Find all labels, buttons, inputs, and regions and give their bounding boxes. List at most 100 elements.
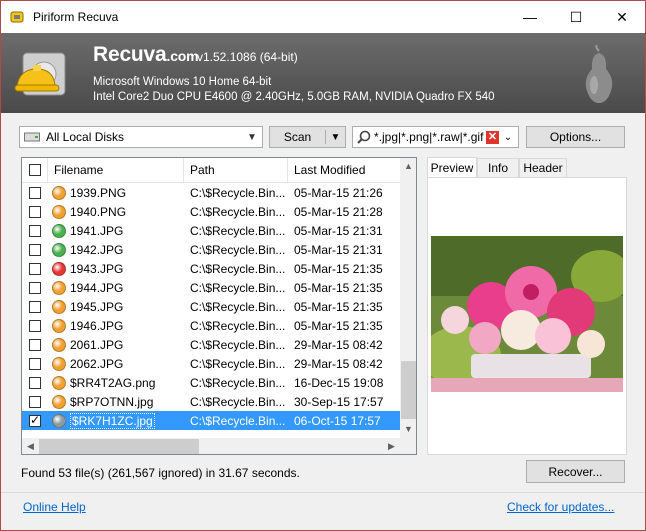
path-cell: C:\$Recycle.Bin... [190, 185, 286, 200]
drive-dropdown[interactable]: All Local Disks ▼ [19, 126, 263, 148]
file-list: Filename Path Last Modified 1939.PNG C:\$… [21, 157, 417, 455]
chevron-down-icon[interactable]: ▼ [242, 132, 262, 143]
row-checkbox-cell[interactable] [22, 202, 48, 221]
row-checkbox-cell[interactable] [22, 259, 48, 278]
select-all-column[interactable] [22, 158, 48, 182]
row-checkbox-cell[interactable] [22, 411, 48, 430]
horizontal-scrollbar[interactable]: ◀ ▶ [22, 438, 400, 454]
modified-cell: 06-Oct-15 17:57 [294, 413, 381, 428]
filename-cell: 1939.PNG [52, 183, 184, 202]
column-path[interactable]: Path [184, 158, 288, 182]
options-button[interactable]: Options... [526, 126, 625, 148]
row-checkbox[interactable] [29, 224, 41, 237]
online-help-link[interactable]: Online Help [23, 500, 86, 514]
preview-tabs: Preview Info Header [427, 157, 627, 178]
column-last-modified[interactable]: Last Modified [288, 158, 400, 182]
minimize-button[interactable]: — [507, 1, 553, 33]
vertical-scrollbar[interactable]: ▲ ▼ [400, 158, 416, 438]
recover-button[interactable]: Recover... [526, 460, 625, 483]
recovery-state-icon [52, 356, 66, 371]
row-checkbox[interactable] [29, 413, 41, 427]
tab-info[interactable]: Info [477, 158, 519, 177]
scroll-right-icon[interactable]: ▶ [383, 438, 400, 454]
row-checkbox[interactable] [29, 281, 41, 294]
row-checkbox-cell[interactable] [22, 297, 48, 316]
filename-text: $RK7H1ZC.jpg [70, 412, 155, 429]
recovery-state-icon [52, 394, 66, 409]
row-checkbox[interactable] [29, 395, 41, 408]
filename-cell: 1941.JPG [52, 221, 184, 240]
scan-dropdown-icon[interactable]: ▼ [326, 132, 345, 143]
path-cell: C:\$Recycle.Bin... [190, 204, 286, 219]
row-checkbox-cell[interactable] [22, 316, 48, 335]
file-row[interactable]: 2061.JPG C:\$Recycle.Bin... 29-Mar-15 08:4… [22, 335, 400, 354]
row-checkbox-cell[interactable] [22, 335, 48, 354]
path-cell: C:\$Recycle.Bin... [190, 299, 286, 314]
row-checkbox-cell[interactable] [22, 183, 48, 202]
recovery-state-icon [52, 280, 66, 295]
row-checkbox-cell[interactable] [22, 278, 48, 297]
modified-cell: 29-Mar-15 08:42 [294, 356, 383, 371]
scan-button[interactable]: Scan ▼ [269, 126, 346, 148]
filter-input[interactable]: *.jpg|*.png|*.raw|*.gif [374, 130, 486, 144]
row-checkbox[interactable] [29, 243, 41, 256]
search-icon [357, 130, 371, 144]
select-all-checkbox[interactable] [28, 164, 41, 176]
path-cell: C:\$Recycle.Bin... [190, 261, 286, 276]
file-row[interactable]: $RK7H1ZC.jpg C:\$Recycle.Bin... 06-Oct-15 … [22, 411, 400, 430]
filename-cell: 1944.JPG [52, 278, 184, 297]
scroll-left-icon[interactable]: ◀ [22, 438, 39, 454]
row-checkbox[interactable] [29, 262, 41, 275]
row-checkbox-cell[interactable] [22, 373, 48, 392]
file-row[interactable]: 1945.JPG C:\$Recycle.Bin... 05-Mar-15 21:3… [22, 297, 400, 316]
modified-cell: 05-Mar-15 21:35 [294, 261, 383, 276]
check-updates-link[interactable]: Check for updates... [507, 500, 614, 514]
recovery-state-icon [52, 337, 66, 352]
tab-preview[interactable]: Preview [427, 157, 477, 178]
column-filename[interactable]: Filename [48, 158, 184, 182]
file-row[interactable]: 2062.JPG C:\$Recycle.Bin... 29-Mar-15 08:4… [22, 354, 400, 373]
app-header: Recuva.com v1.52.1086 (64-bit) Microsoft… [1, 33, 645, 113]
file-row[interactable]: 1941.JPG C:\$Recycle.Bin... 05-Mar-15 21:3… [22, 221, 400, 240]
modified-cell: 05-Mar-15 21:31 [294, 242, 383, 257]
row-checkbox-cell[interactable] [22, 240, 48, 259]
file-row[interactable]: $RP7OTNN.jpg C:\$Recycle.Bin... 30-Sep-15 … [22, 392, 400, 411]
modified-cell: 05-Mar-15 21:28 [294, 204, 383, 219]
file-row[interactable]: 1940.PNG C:\$Recycle.Bin... 05-Mar-15 21:2… [22, 202, 400, 221]
file-row[interactable]: 1946.JPG C:\$Recycle.Bin... 05-Mar-15 21:3… [22, 316, 400, 335]
filter-combobox[interactable]: *.jpg|*.png|*.raw|*.gif ✕ ⌄ [352, 126, 519, 148]
filename-cell: 1943.JPG [52, 259, 184, 278]
row-checkbox[interactable] [29, 205, 41, 218]
maximize-button[interactable]: ☐ [553, 1, 599, 33]
path-cell: C:\$Recycle.Bin... [190, 318, 286, 333]
file-row[interactable]: 1943.JPG C:\$Recycle.Bin... 05-Mar-15 21:3… [22, 259, 400, 278]
close-button[interactable]: ✕ [599, 1, 645, 33]
row-checkbox[interactable] [29, 357, 41, 370]
filename-text: $RP7OTNN.jpg [70, 394, 154, 409]
clear-filter-icon[interactable]: ✕ [486, 130, 499, 144]
row-checkbox-cell[interactable] [22, 392, 48, 411]
vertical-scroll-thumb[interactable] [401, 361, 416, 419]
row-checkbox-cell[interactable] [22, 354, 48, 373]
row-checkbox-cell[interactable] [22, 221, 48, 240]
hardware-info: Intel Core2 Duo CPU E4600 @ 2.40GHz, 5.0… [93, 91, 495, 103]
recovery-state-icon [52, 413, 66, 428]
scroll-up-icon[interactable]: ▲ [400, 158, 416, 175]
recovery-state-icon [52, 242, 66, 257]
row-checkbox[interactable] [29, 338, 41, 351]
filename-text: 1945.JPG [70, 299, 124, 314]
modified-cell: 05-Mar-15 21:26 [294, 185, 383, 200]
file-row[interactable]: 1939.PNG C:\$Recycle.Bin... 05-Mar-15 21:2… [22, 183, 400, 202]
filter-dropdown-icon[interactable]: ⌄ [499, 132, 517, 143]
file-row[interactable]: 1944.JPG C:\$Recycle.Bin... 05-Mar-15 21:3… [22, 278, 400, 297]
row-checkbox[interactable] [29, 376, 41, 389]
filename-text: 2062.JPG [70, 356, 124, 371]
scroll-down-icon[interactable]: ▼ [400, 421, 416, 438]
row-checkbox[interactable] [29, 300, 41, 313]
file-row[interactable]: $RR4T2AG.png C:\$Recycle.Bin... 16-Dec-15 … [22, 373, 400, 392]
horizontal-scroll-thumb[interactable] [39, 439, 199, 454]
row-checkbox[interactable] [29, 319, 41, 332]
row-checkbox[interactable] [29, 186, 41, 199]
tab-header[interactable]: Header [519, 158, 567, 177]
file-row[interactable]: 1942.JPG C:\$Recycle.Bin... 05-Mar-15 21:3… [22, 240, 400, 259]
